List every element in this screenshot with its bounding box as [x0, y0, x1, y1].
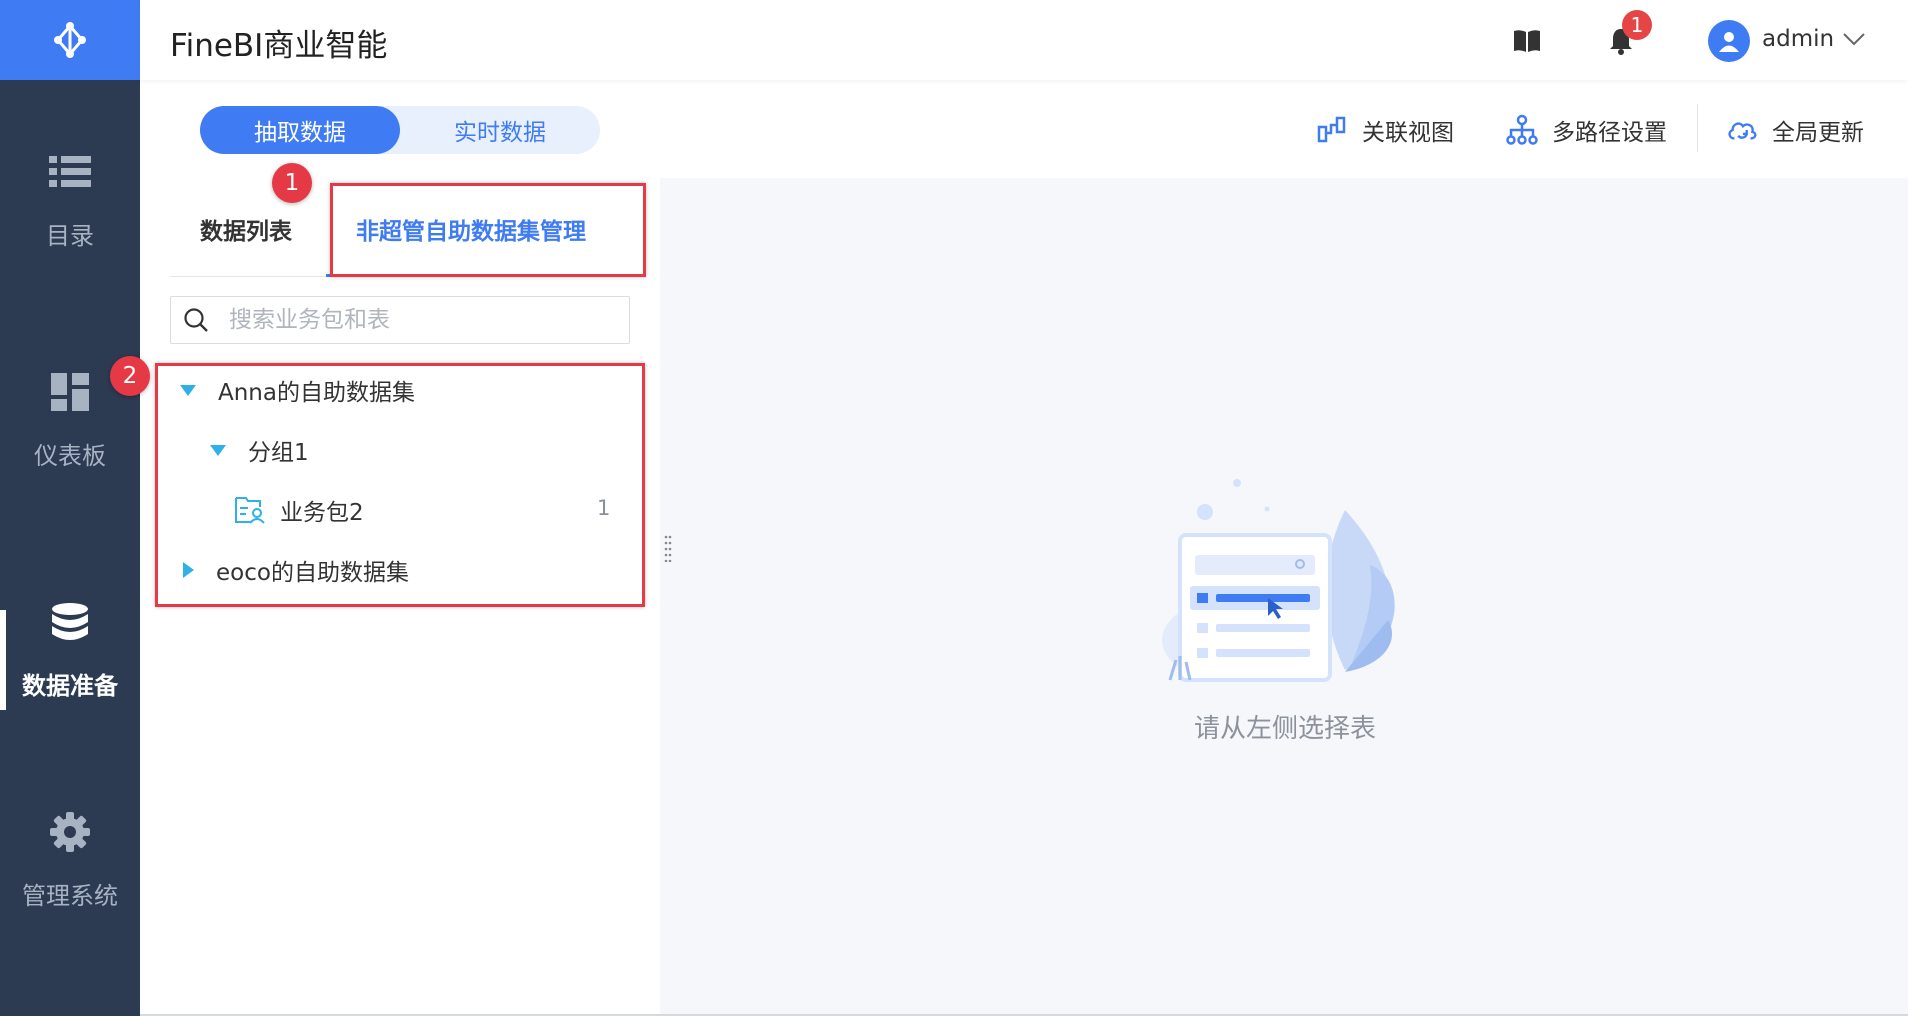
- notification-badge: 1: [1622, 10, 1652, 40]
- multipath-settings-button[interactable]: 多路径设置: [1506, 110, 1667, 150]
- empty-state-illustration: [1162, 479, 1395, 682]
- annotation-box-1: [330, 183, 646, 277]
- relation-view-label: 关联视图: [1362, 120, 1454, 146]
- top-bar: FineBI商业智能 1 admin: [140, 0, 1908, 80]
- sidebar: 目录 仪表板 数据准备 管理系统: [0, 0, 140, 1016]
- nav-label-data-prep: 数据准备: [22, 671, 118, 700]
- nav-label-management: 管理系统: [22, 881, 118, 910]
- cloud-refresh-icon: [1726, 114, 1758, 146]
- chevron-down-icon[interactable]: [1842, 30, 1866, 48]
- nav-item-data-prep[interactable]: 数据准备: [0, 590, 140, 710]
- logo-icon: [54, 22, 86, 58]
- database-icon: [48, 600, 92, 644]
- tab-data-list[interactable]: 数据列表: [200, 212, 292, 246]
- username[interactable]: admin: [1762, 26, 1834, 52]
- realtime-data-button[interactable]: 实时数据: [400, 106, 600, 154]
- toolbar-divider: [1697, 104, 1698, 152]
- annotation-marker-1: 1: [272, 163, 312, 203]
- global-update-button[interactable]: 全局更新: [1726, 110, 1864, 150]
- nav-item-management[interactable]: 管理系统: [0, 800, 140, 920]
- dashboard-icon: [48, 370, 92, 414]
- finebi-logo[interactable]: [0, 0, 140, 80]
- relation-view-icon: [1316, 114, 1348, 146]
- user-avatar[interactable]: [1708, 20, 1750, 62]
- resize-handle[interactable]: [664, 534, 672, 562]
- empty-state-text: 请从左侧选择表: [1193, 714, 1376, 744]
- annotation-marker-2: 2: [110, 356, 150, 396]
- search-icon: [184, 308, 208, 332]
- global-update-label: 全局更新: [1772, 120, 1864, 146]
- list-icon: [48, 150, 92, 194]
- search-box: [170, 296, 630, 344]
- annotation-box-2: [155, 363, 645, 607]
- hierarchy-icon: [1506, 114, 1538, 146]
- relation-view-button[interactable]: 关联视图: [1316, 110, 1454, 150]
- book-icon[interactable]: [1512, 26, 1542, 56]
- extract-data-button[interactable]: 抽取数据: [200, 106, 400, 154]
- multipath-settings-label: 多路径设置: [1552, 120, 1667, 146]
- search-input[interactable]: [227, 303, 621, 337]
- mode-toggle: 抽取数据 实时数据: [200, 106, 600, 154]
- nav-label-catalog: 目录: [46, 221, 94, 250]
- user-icon: [1719, 32, 1739, 52]
- nav-item-catalog[interactable]: 目录: [0, 140, 140, 260]
- nav-label-dashboard: 仪表板: [34, 441, 106, 470]
- app-title: FineBI商业智能: [170, 28, 388, 64]
- gear-icon: [48, 810, 92, 854]
